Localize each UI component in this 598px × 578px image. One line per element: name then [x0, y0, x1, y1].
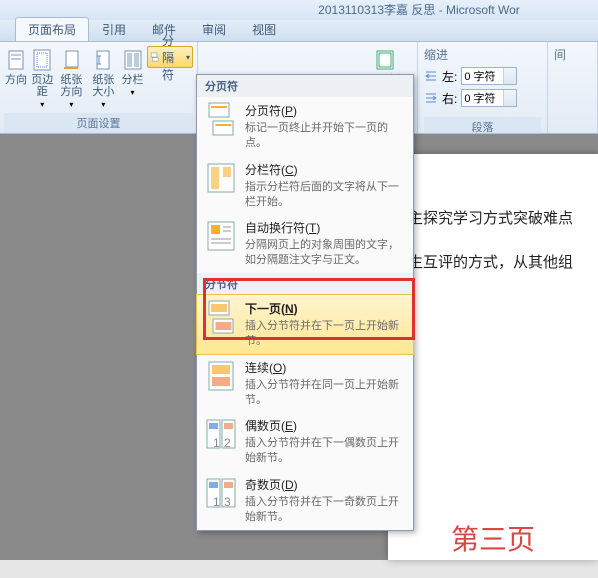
indent-right-input[interactable]: 0 字符 [461, 89, 517, 107]
ribbon-tabs: 页面布局 引用 邮件 审阅 视图 [0, 20, 598, 42]
tab-references[interactable]: 引用 [89, 17, 139, 41]
continuous-icon [205, 359, 237, 393]
spacing-header: 间 [554, 46, 591, 63]
document-page[interactable]: 主探究学习方式突破难点 生互评的方式，从其他组 第三页 [388, 154, 598, 560]
paper-size-button[interactable]: 纸张大小▾ [88, 44, 118, 113]
svg-text:3: 3 [224, 495, 231, 509]
svg-text:2: 2 [224, 436, 231, 450]
breaks-button[interactable]: 分隔符▾ [147, 46, 193, 68]
menu-text-wrap-break[interactable]: 自动换行符(T) 分隔网页上的对象周围的文字，如分隔题注文字与正文。 [197, 214, 413, 273]
svg-text:1: 1 [213, 495, 220, 509]
columns-button[interactable]: 分栏▾ [120, 44, 144, 113]
indent-right-icon [424, 91, 438, 105]
indent-header: 缩进 [424, 46, 541, 63]
page-icon [4, 48, 28, 72]
orientation-button[interactable]: 方向 [4, 44, 28, 113]
menu-even-page-section[interactable]: 12 偶数页(E) 插入分节符并在下一偶数页上开始新节。 [197, 412, 413, 471]
tab-page-layout[interactable]: 页面布局 [15, 17, 89, 41]
columns-icon [121, 48, 145, 72]
group-label-page-setup: 页面设置 [4, 113, 193, 133]
dropdown-section-header: 分页符 [197, 75, 413, 97]
chevron-down-icon: ▾ [186, 53, 190, 62]
border-icon [373, 48, 397, 72]
chevron-down-icon: ▾ [69, 100, 73, 109]
next-page-icon [205, 300, 237, 334]
menu-odd-page-section[interactable]: 13 奇数页(D) 插入分节符并在下一奇数页上开始新节。 [197, 471, 413, 530]
column-break-icon [205, 161, 237, 195]
tab-review[interactable]: 审阅 [189, 17, 239, 41]
menu-column-break[interactable]: 分栏符(C) 指示分栏符后面的文字将从下一栏开始。 [197, 156, 413, 215]
margins-button[interactable]: 页边距▾ [30, 44, 54, 113]
indent-left-icon [424, 69, 438, 83]
text-wrap-icon [205, 219, 237, 253]
dropdown-section-header: 分节符 [197, 273, 413, 295]
margins-icon [30, 48, 54, 72]
page-number-label: 第三页 [408, 498, 578, 578]
menu-page-break[interactable]: 分页符(P) 标记一页终止并开始下一页的点。 [197, 97, 413, 156]
indent-right-label: 右: [442, 90, 457, 107]
page-break-icon [205, 102, 237, 136]
indent-left-input[interactable]: 0 字符 [461, 67, 517, 85]
breaks-dropdown: 分页符 分页符(P) 标记一页终止并开始下一页的点。 分栏符(C) 指示分栏符后… [196, 74, 414, 531]
size-icon [91, 48, 115, 72]
orientation-icon [59, 48, 83, 72]
breaks-icon [150, 49, 159, 65]
chevron-down-icon: ▾ [131, 88, 135, 97]
even-page-icon: 12 [205, 417, 237, 451]
menu-continuous-section[interactable]: 连续(O) 插入分节符并在同一页上开始新节。 [197, 354, 413, 413]
odd-page-icon: 13 [205, 476, 237, 510]
menu-next-page-section[interactable]: 下一页(N) 插入分节符并在下一页上开始新节。 [197, 295, 413, 354]
chevron-down-icon: ▾ [101, 100, 105, 109]
paper-orientation-button[interactable]: 纸张方向▾ [56, 44, 86, 113]
tab-view[interactable]: 视图 [239, 17, 289, 41]
doc-text-line: 生互评的方式，从其他组 [408, 248, 578, 278]
indent-left-label: 左: [442, 68, 457, 85]
svg-text:1: 1 [213, 436, 220, 450]
chevron-down-icon: ▾ [40, 100, 44, 109]
doc-text-line: 主探究学习方式突破难点 [408, 204, 578, 234]
